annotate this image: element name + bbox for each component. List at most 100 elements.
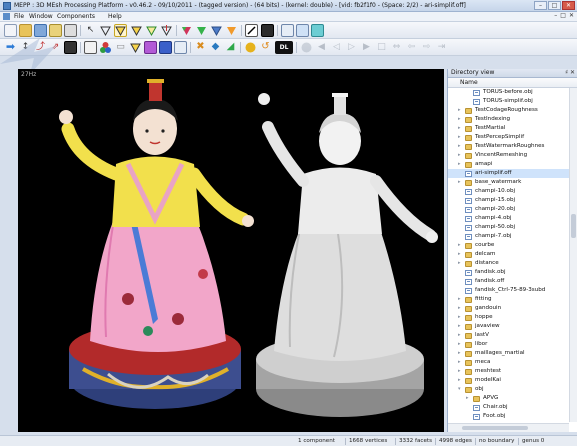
arrow-right-icon[interactable]: ➡ — [4, 41, 17, 54]
window-cascade-icon[interactable] — [296, 24, 309, 37]
previous-frame-icon[interactable]: ◁ — [330, 41, 343, 54]
curvature-icon[interactable] — [144, 41, 157, 54]
wire-mode-icon[interactable] — [99, 24, 112, 37]
directory-tree[interactable]: TORUS-before.obj TORUS-simplif.obj ▸ TestCo… — [448, 88, 569, 422]
sphere-icon[interactable] — [244, 41, 257, 54]
close-button[interactable]: ✕ — [562, 1, 575, 10]
next-frame-icon[interactable]: ▶ — [360, 41, 373, 54]
expand-arrow-icon[interactable]: ▸ — [458, 376, 463, 385]
display-list-button[interactable]: DL — [275, 41, 293, 54]
file-item[interactable]: fandisk.off — [448, 277, 569, 286]
folder-item[interactable]: ▸ meshtest — [448, 367, 569, 376]
expand-arrow-icon[interactable]: ▸ — [458, 259, 463, 268]
expand-arrow-icon[interactable]: ▸ — [458, 250, 463, 259]
file-item[interactable]: champi-15.obj — [448, 196, 569, 205]
fish-icon[interactable]: ◆ — [209, 41, 222, 54]
record-icon[interactable] — [300, 41, 313, 54]
first-frame-icon[interactable]: ◀ — [315, 41, 328, 54]
green-shading-icon[interactable] — [195, 24, 208, 37]
normal-mode-icon[interactable] — [160, 24, 173, 37]
shade-icon[interactable] — [129, 41, 142, 54]
export-icon[interactable] — [49, 24, 62, 37]
vertex-mode-icon[interactable] — [130, 24, 143, 37]
folder-item[interactable]: ▸ distance — [448, 259, 569, 268]
back-icon[interactable]: ⇦ — [405, 41, 418, 54]
cursor-icon[interactable]: ↖ — [84, 24, 97, 37]
folder-item[interactable]: ▸ delcam — [448, 250, 569, 259]
folder-item[interactable]: ▸ TestWatermarkRoughnes — [448, 142, 569, 151]
folder-item[interactable]: ▸ base_watermark — [448, 178, 569, 187]
file-item[interactable]: ari-simplif.off — [448, 169, 569, 178]
file-item[interactable]: champi-7.obj — [448, 232, 569, 241]
rotate-icon[interactable]: ↺ — [259, 41, 272, 54]
file-item[interactable]: champi-50.obj — [448, 223, 569, 232]
cut-icon[interactable] — [64, 24, 77, 37]
expand-arrow-icon[interactable]: ▸ — [458, 178, 463, 187]
end-icon[interactable]: ⇥ — [435, 41, 448, 54]
loop-icon[interactable]: ⇔ — [390, 41, 403, 54]
scroll-thumb[interactable] — [462, 426, 528, 430]
expand-arrow-icon[interactable]: ▸ — [458, 358, 463, 367]
folder-item[interactable]: ▸ TestCodageRoughness — [448, 106, 569, 115]
pin-icon[interactable]: ⤴ — [34, 41, 47, 54]
3d-viewport[interactable]: 27Hz — [18, 69, 444, 432]
folder-item[interactable]: ▸ TestPercepSimplif — [448, 133, 569, 142]
mdi-close-button[interactable]: ✕ — [569, 12, 574, 19]
file-item[interactable]: TORUS-before.obj — [448, 88, 569, 97]
scroll-thumb[interactable] — [571, 214, 576, 238]
axis-icon[interactable]: ↕ — [19, 41, 32, 54]
folder-item[interactable]: ▸ TestIndexing — [448, 115, 569, 124]
expand-arrow-icon[interactable]: ▸ — [466, 394, 471, 403]
file-item[interactable]: Foot.obj — [448, 412, 569, 421]
minimize-button[interactable]: – — [534, 1, 547, 10]
menu-window[interactable]: Window — [29, 13, 53, 20]
checker-icon[interactable] — [64, 41, 77, 54]
file-item[interactable]: Chair.obj — [448, 403, 569, 412]
menu-components[interactable]: Components — [57, 13, 95, 20]
frame-icon[interactable]: ▭ — [114, 41, 127, 54]
folder-item[interactable]: ▸ maillages_martial — [448, 349, 569, 358]
mdi-restore-button[interactable]: □ — [560, 12, 566, 19]
expand-arrow-icon[interactable]: ▸ — [458, 295, 463, 304]
folder-item[interactable]: ▾ obj — [448, 385, 569, 394]
expand-arrow-icon[interactable]: ▸ — [458, 151, 463, 160]
save-icon[interactable] — [34, 24, 47, 37]
expand-arrow-icon[interactable]: ▸ — [458, 106, 463, 115]
folder-item[interactable]: ▸ lastV — [448, 331, 569, 340]
dock-controls[interactable]: ♯ ✕ — [565, 69, 575, 77]
expand-arrow-icon[interactable]: ▾ — [458, 385, 463, 394]
folder-item[interactable]: ▸ APVG — [448, 394, 569, 403]
bookmark-icon[interactable]: ⇗ — [49, 41, 62, 54]
compress-icon[interactable]: ◢ — [224, 41, 237, 54]
tools-icon[interactable]: ✖ — [194, 41, 207, 54]
folder-item[interactable]: ▸ meca — [448, 358, 569, 367]
folder-item[interactable]: ▸ amapi — [448, 160, 569, 169]
stop-icon[interactable]: □ — [375, 41, 388, 54]
vertical-scrollbar[interactable] — [569, 88, 577, 422]
expand-arrow-icon[interactable]: ▸ — [458, 160, 463, 169]
folder-item[interactable]: ▸ TestMartial — [448, 124, 569, 133]
folder-item[interactable]: ▸ courbe — [448, 241, 569, 250]
line-tool-icon[interactable] — [245, 24, 258, 37]
window-tile-icon[interactable] — [281, 24, 294, 37]
rgb-icon[interactable] — [99, 41, 112, 54]
expand-arrow-icon[interactable]: ▸ — [458, 241, 463, 250]
file-item[interactable]: TORUS-simplif.obj — [448, 97, 569, 106]
expand-arrow-icon[interactable]: ▸ — [458, 124, 463, 133]
edge-mode-icon[interactable] — [145, 24, 158, 37]
background-color-icon[interactable] — [261, 24, 274, 37]
expand-arrow-icon[interactable]: ▸ — [458, 367, 463, 376]
file-item[interactable]: champi-10.obj — [448, 187, 569, 196]
expand-arrow-icon[interactable]: ▸ — [458, 115, 463, 124]
file-item[interactable]: champi-4.obj — [448, 214, 569, 223]
color-mode-icon[interactable] — [180, 24, 193, 37]
expand-arrow-icon[interactable]: ▸ — [458, 304, 463, 313]
segmentation-icon[interactable] — [159, 41, 172, 54]
menu-file[interactable]: File — [14, 13, 24, 20]
file-item[interactable]: fandisk.obj — [448, 268, 569, 277]
orange-shading-icon[interactable] — [225, 24, 238, 37]
file-item[interactable]: champi-20.obj — [448, 205, 569, 214]
select-tool-icon[interactable] — [84, 41, 97, 54]
expand-arrow-icon[interactable]: ▸ — [458, 313, 463, 322]
folder-item[interactable]: ▸ fitting — [448, 295, 569, 304]
